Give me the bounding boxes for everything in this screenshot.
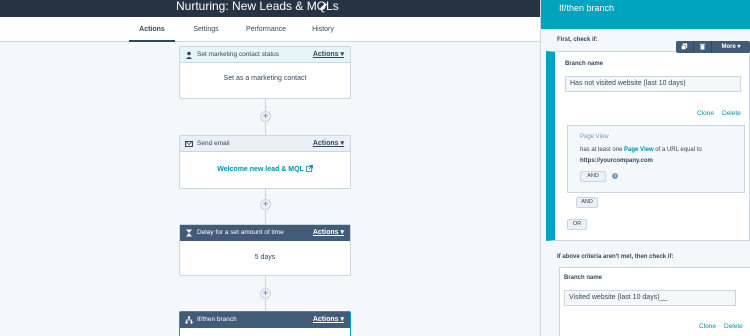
tab-history[interactable]: History (306, 17, 340, 42)
add-action-button[interactable]: + (260, 288, 271, 299)
branch-name-input[interactable]: Has not visited website (last 10 days) (565, 76, 741, 92)
workflow-canvas[interactable]: + + + Set marketing contact status Actio… (0, 43, 540, 336)
clone-button[interactable]: Clone (697, 110, 714, 117)
branch-name-label: Branch name (565, 61, 604, 67)
action-card-send-email[interactable]: Send email Actions ▾ Welcome new lead & … (179, 135, 351, 189)
info-icon[interactable]: i (612, 173, 618, 179)
panel-body[interactable]: First, check if: Branch name Has not vis… (541, 29, 750, 336)
filter-link[interactable]: Page View (624, 147, 654, 153)
external-link-icon[interactable] (305, 165, 313, 172)
actions-dropdown[interactable]: Actions ▾ (313, 312, 344, 328)
filter-description: has at least one Page View of a URL equa… (580, 147, 702, 153)
card-header: Set marketing contact status Actions ▾ (180, 47, 350, 63)
tab-performance[interactable]: Performance (240, 17, 292, 42)
workflow-title[interactable]: Nurturing: New Leads & MQLs (176, 0, 339, 15)
card-title: If/then branch (197, 316, 237, 323)
or-button[interactable]: OR (567, 219, 587, 230)
card-body: Welcome new lead & MQL (180, 152, 350, 173)
contact-icon (186, 51, 192, 59)
panel-header: If/then branch (541, 0, 750, 29)
delete-button[interactable]: Delete (724, 323, 743, 330)
card-title: Delay for a set amount of time (197, 229, 284, 236)
branch-icon (185, 316, 193, 324)
branch-panel: If/then branch First, check if: Branch n… (540, 0, 750, 336)
panel-title: If/then branch (559, 3, 615, 13)
branch-name-input[interactable]: Visited website (last 10 days)__ (564, 290, 736, 306)
action-card-delay[interactable]: Delay for a set amount of time Actions ▾… (179, 224, 351, 276)
branch-card-2[interactable]: Branch name Visited website (last 10 day… (559, 267, 750, 336)
more-dropdown[interactable]: More ▾ (712, 41, 750, 53)
add-action-button[interactable]: + (260, 111, 271, 122)
card-title: Send email (197, 140, 230, 147)
filter-group[interactable]: Page View has at least one Page View of … (567, 125, 745, 193)
delete-button[interactable]: Delete (722, 110, 741, 117)
actions-dropdown[interactable]: Actions ▾ (313, 136, 344, 152)
email-link[interactable]: Welcome new lead & MQL (217, 166, 304, 173)
tab-settings[interactable]: Settings (185, 17, 227, 42)
actions-dropdown[interactable]: Actions ▾ (313, 225, 344, 241)
and-inner-button[interactable]: AND (580, 171, 606, 182)
action-card-branch[interactable]: If/then branch Actions ▾ (179, 311, 351, 336)
tab-actions[interactable]: Actions (129, 17, 175, 42)
add-action-button[interactable]: + (260, 199, 271, 210)
card-body: 5 days (254, 254, 276, 261)
filter-type: Page View (580, 134, 609, 140)
card-body: Set as a marketing contact (223, 75, 307, 82)
card-header: If/then branch Actions ▾ (180, 312, 350, 328)
hourglass-icon (186, 229, 192, 237)
first-check-label: First, check if: (557, 37, 598, 43)
delete-card-button[interactable] (694, 41, 712, 53)
filter-url: https://yourcompany.com (580, 158, 653, 164)
actions-dropdown[interactable]: Actions ▾ (313, 47, 344, 63)
pencil-icon[interactable] (318, 1, 329, 12)
clone-button[interactable]: Clone (699, 323, 716, 330)
copy-icon (681, 43, 688, 50)
and-button[interactable]: AND (576, 197, 598, 208)
card-header: Delay for a set amount of time Actions ▾ (180, 225, 350, 241)
second-check-label: If above criteria aren't met, then check… (557, 254, 674, 260)
branch-card-1[interactable]: Branch name Has not visited website (las… (546, 51, 750, 241)
card-header: Send email Actions ▾ (180, 136, 350, 152)
action-card-set-status[interactable]: Set marketing contact status Actions ▾ S… (179, 46, 351, 99)
card-toolbar: More ▾ (676, 41, 750, 53)
card-title: Set marketing contact status (197, 51, 280, 58)
copy-button[interactable] (676, 41, 694, 53)
branch-name-label: Branch name (564, 275, 603, 281)
trash-icon (699, 43, 706, 50)
email-icon (185, 141, 193, 147)
